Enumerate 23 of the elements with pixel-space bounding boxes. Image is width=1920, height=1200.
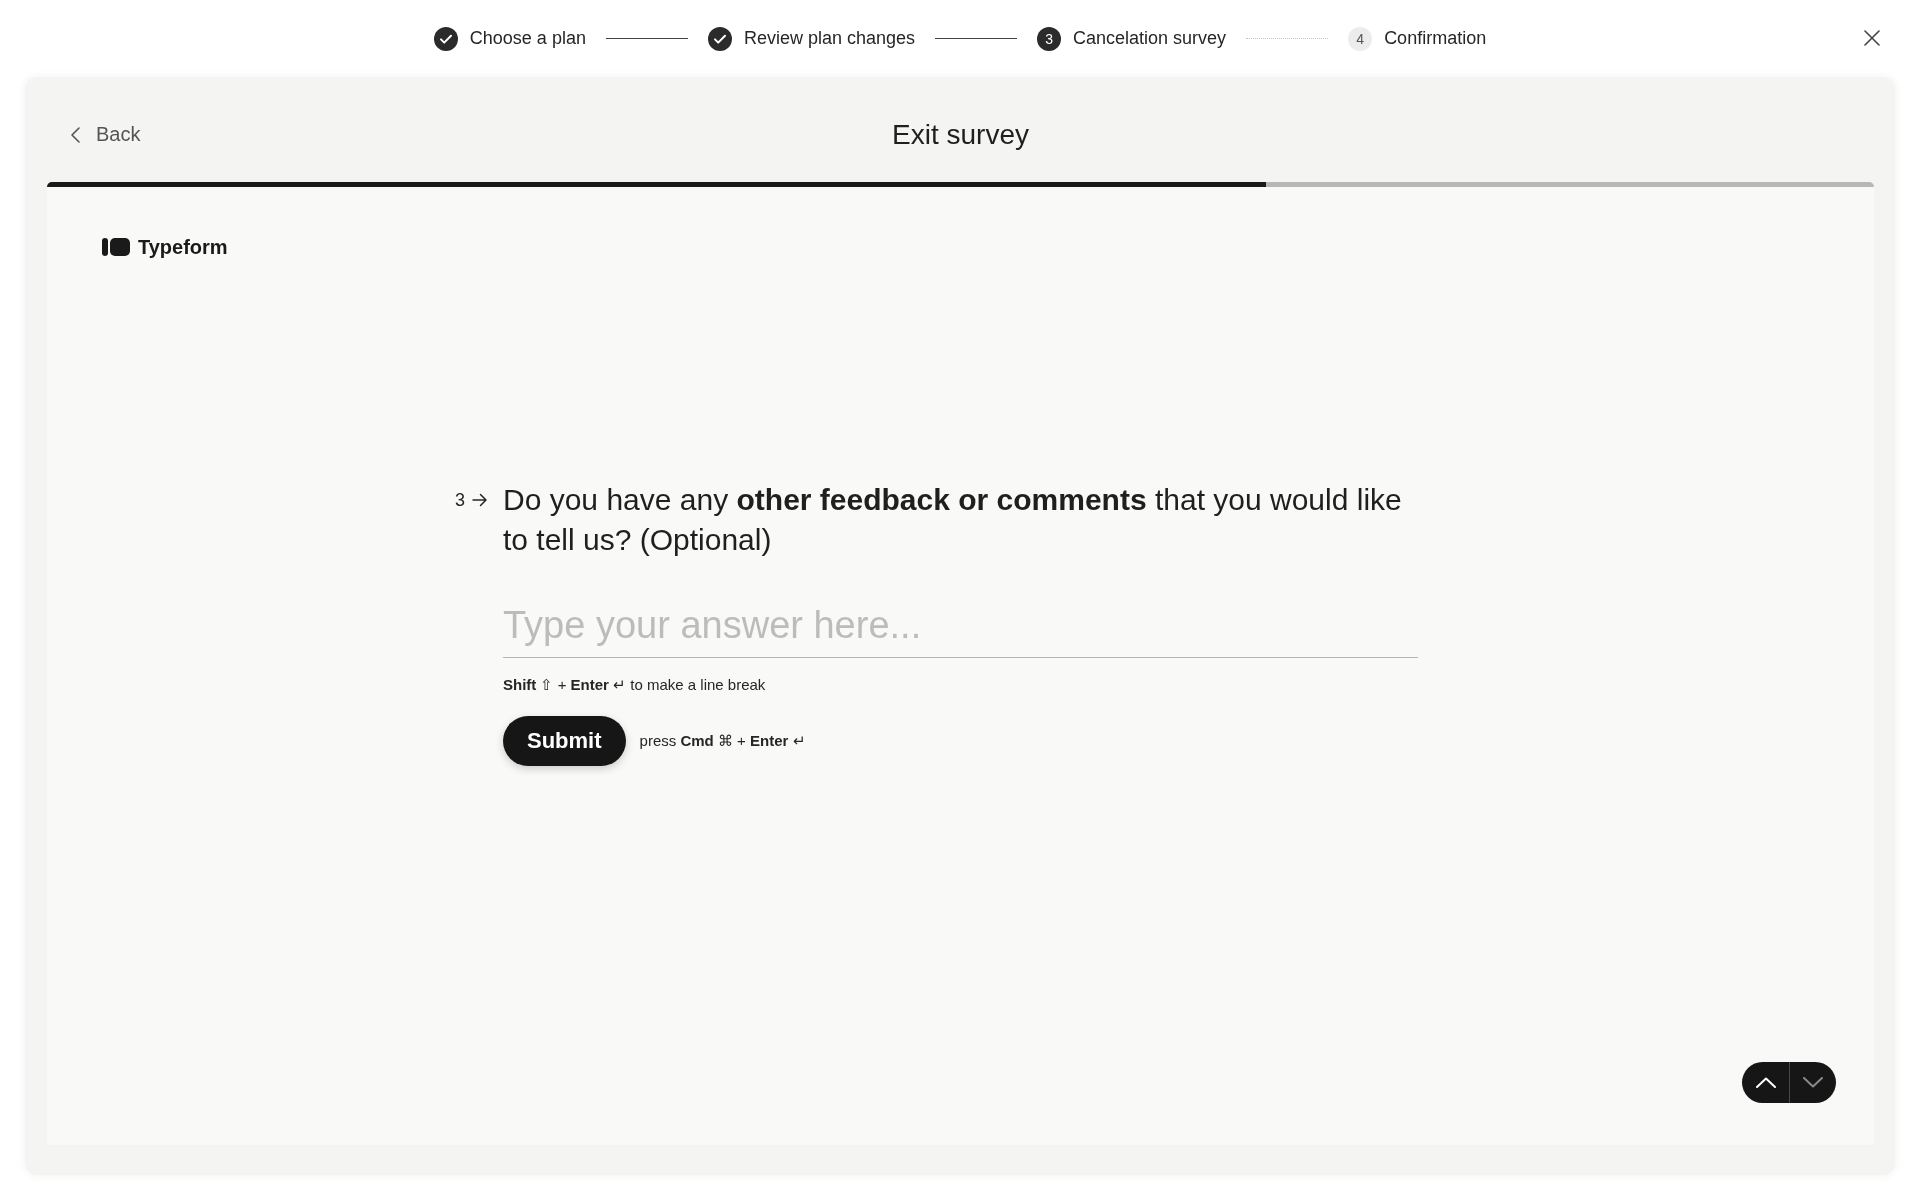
- check-circle-icon: [707, 26, 732, 51]
- step-label: Choose a plan: [469, 28, 586, 49]
- step-label: Confirmation: [1384, 28, 1487, 49]
- step-label: Cancelation survey: [1073, 28, 1227, 49]
- close-icon: [1864, 30, 1880, 46]
- previous-button[interactable]: [1742, 1062, 1789, 1103]
- answer-input[interactable]: Type your answer here...: [503, 602, 1418, 658]
- page-title: Exit survey: [892, 118, 1029, 151]
- question-number: 3: [455, 489, 465, 511]
- logo-icon: [102, 238, 130, 256]
- submit-button[interactable]: Submit: [503, 716, 626, 766]
- chevron-left-icon: [71, 126, 80, 143]
- step-number: 3: [1037, 26, 1062, 51]
- step-number: 4: [1348, 26, 1373, 51]
- submit-hint-text: press Cmd ⌘ + Enter ↵: [639, 732, 806, 750]
- close-button[interactable]: [1864, 30, 1880, 46]
- hint-text: Shift ⇧ + Enter ↵ to make a line break: [503, 676, 766, 694]
- brand-name: Typeform: [138, 235, 228, 259]
- check-circle-icon: [433, 26, 458, 51]
- question-text: Do you have any other feedback or comments that you would like to tell us? (Optional): [503, 482, 1403, 558]
- back-button[interactable]: Back: [71, 123, 141, 146]
- step-label: Review plan changes: [743, 28, 916, 49]
- arrow-right-icon: [472, 493, 488, 507]
